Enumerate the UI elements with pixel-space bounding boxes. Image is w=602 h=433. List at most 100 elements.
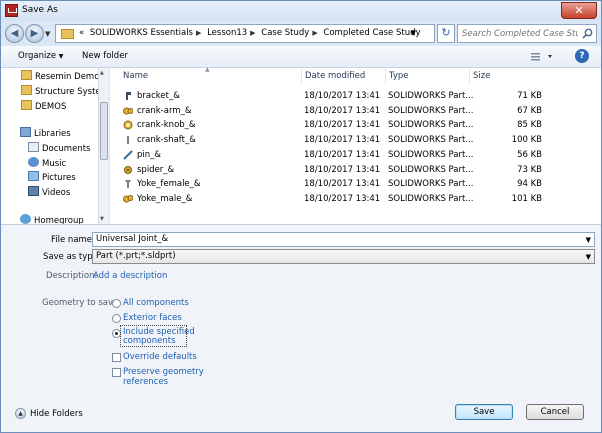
file-row[interactable]: bracket_& 18/10/2017 13:41 SOLIDWORKS Part… bbox=[120, 89, 600, 104]
file-size: 100 KB bbox=[511, 135, 542, 146]
scroll-up-icon[interactable]: ▲ bbox=[100, 70, 104, 76]
address-bar[interactable]: « SOLIDWORKS Essentials ▶ Lesson13 ▶ Case … bbox=[55, 24, 435, 43]
nav-item-documents[interactable]: Documents bbox=[28, 142, 105, 156]
save-options-panel: File name: Universal Joint_& ▼ Save as t… bbox=[1, 224, 601, 432]
file-name: crank-shaft_& bbox=[137, 135, 196, 146]
preserve-geometry-label-line1[interactable]: Preserve geometry bbox=[123, 367, 204, 377]
file-size: 94 KB bbox=[517, 179, 542, 190]
file-name-value[interactable]: Universal Joint_& bbox=[96, 234, 168, 244]
file-row[interactable]: Yoke_female_& 18/10/2017 13:41 SOLIDWORKS … bbox=[120, 177, 600, 192]
include-specified-components-label-line2[interactable]: components bbox=[123, 336, 176, 346]
save-as-type-select[interactable]: Part (*.prt;*.sldprt) ▼ bbox=[92, 249, 595, 264]
breadcrumb-solidworks-essentials[interactable]: SOLIDWORKS Essentials bbox=[90, 28, 193, 38]
override-defaults-label[interactable]: Override defaults bbox=[123, 352, 197, 362]
nav-item-pictures[interactable]: Pictures bbox=[28, 171, 105, 185]
folder-icon bbox=[61, 29, 74, 39]
nav-item-libraries[interactable]: Libraries bbox=[20, 127, 97, 141]
file-type: SOLIDWORKS Part... bbox=[388, 135, 474, 146]
exterior-faces-label[interactable]: Exterior faces bbox=[123, 313, 182, 323]
file-list: ▲ Name Date modified Type Size bracket_&… bbox=[110, 66, 601, 224]
bracket-part-icon bbox=[126, 92, 131, 100]
file-name: Yoke_male_& bbox=[137, 193, 193, 204]
new-folder-button[interactable]: New folder bbox=[82, 51, 128, 61]
file-date-modified: 18/10/2017 13:41 bbox=[304, 193, 381, 204]
music-icon bbox=[28, 157, 39, 167]
file-date-modified: 18/10/2017 13:41 bbox=[304, 91, 381, 101]
file-row[interactable]: crank-knob_& 18/10/2017 13:41 SOLIDWORKS P… bbox=[120, 118, 600, 133]
refresh-icon: ↻ bbox=[441, 26, 451, 39]
column-header-type[interactable]: Type bbox=[389, 71, 409, 81]
checkbox-override-defaults[interactable] bbox=[112, 353, 121, 362]
nav-item-homegroup[interactable]: Homegroup bbox=[20, 214, 97, 224]
breadcrumb: « SOLIDWORKS Essentials ▶ Lesson13 ▶ Case … bbox=[79, 28, 424, 38]
crank-knob-part-icon bbox=[123, 120, 133, 130]
file-date-modified: 18/10/2017 13:41 bbox=[304, 179, 381, 190]
geometry-to-save-label: Geometry to save: bbox=[42, 298, 122, 308]
forward-button[interactable]: ▶ bbox=[25, 24, 44, 43]
details-view-icon bbox=[531, 53, 552, 61]
chevron-down-icon[interactable]: ▼ bbox=[586, 236, 591, 244]
column-header-date-modified[interactable]: Date modified bbox=[305, 71, 365, 81]
file-size: 101 KB bbox=[511, 193, 542, 204]
preserve-geometry-label-line2[interactable]: references bbox=[123, 377, 168, 387]
file-name: spider_& bbox=[137, 164, 175, 175]
refresh-button[interactable]: ↻ bbox=[437, 24, 455, 43]
add-description-link[interactable]: Add a description bbox=[93, 271, 167, 281]
radio-all-components[interactable] bbox=[112, 299, 121, 308]
chevron-down-icon: ▼ bbox=[58, 53, 64, 60]
column-divider bbox=[385, 69, 386, 84]
nav-item-videos[interactable]: Videos bbox=[28, 186, 105, 200]
organize-menu[interactable]: Organize ▼ bbox=[18, 51, 63, 61]
folder-icon bbox=[21, 100, 32, 110]
file-type: SOLIDWORKS Part... bbox=[388, 120, 474, 131]
recent-locations-dropdown[interactable]: ▼ bbox=[45, 30, 50, 38]
back-button[interactable]: ◀ bbox=[5, 24, 24, 43]
yoke-male-part-icon bbox=[123, 194, 133, 203]
yoke-female-part-icon bbox=[125, 180, 131, 189]
spider-part-icon bbox=[124, 165, 132, 174]
file-row[interactable]: Yoke_male_& 18/10/2017 13:41 SOLIDWORKS Pa… bbox=[120, 192, 600, 207]
nav-item-structure-system[interactable]: Structure System bbox=[21, 85, 98, 99]
crank-arm-part-icon bbox=[123, 107, 133, 115]
file-size: 85 KB bbox=[517, 120, 542, 131]
search-box[interactable] bbox=[457, 24, 597, 43]
change-view-button[interactable] bbox=[527, 49, 561, 64]
nav-item-resemin-demos[interactable]: Resemin Demos bbox=[21, 70, 98, 84]
close-button[interactable]: ✕ bbox=[561, 2, 597, 19]
breadcrumb-case-study[interactable]: Case Study bbox=[261, 28, 309, 38]
save-button[interactable]: Save bbox=[455, 404, 513, 420]
search-input[interactable] bbox=[462, 27, 578, 40]
scroll-down-icon[interactable]: ▼ bbox=[100, 216, 104, 222]
column-header-name[interactable]: Name bbox=[123, 71, 148, 81]
all-components-label[interactable]: All components bbox=[123, 298, 189, 308]
file-name-field[interactable]: Universal Joint_& ▼ bbox=[92, 232, 595, 247]
scrollbar-thumb[interactable] bbox=[100, 102, 108, 160]
file-type: SOLIDWORKS Part... bbox=[388, 179, 474, 190]
chevron-right-icon[interactable]: ▶ bbox=[312, 29, 317, 37]
checkbox-preserve-geometry-references[interactable] bbox=[112, 368, 121, 377]
description-label: Description: bbox=[46, 271, 98, 281]
nav-item-demos[interactable]: DEMOS bbox=[21, 100, 98, 114]
nav-item-music[interactable]: Music bbox=[28, 157, 105, 171]
file-row[interactable]: spider_& 18/10/2017 13:41 SOLIDWORKS Part.… bbox=[120, 163, 600, 178]
nav-item-label: Pictures bbox=[42, 173, 76, 183]
chevron-right-icon[interactable]: ▶ bbox=[250, 29, 255, 37]
breadcrumb-lesson13[interactable]: Lesson13 bbox=[207, 28, 247, 38]
file-row[interactable]: pin_& 18/10/2017 13:41 SOLIDWORKS Part... 5… bbox=[120, 148, 600, 163]
breadcrumb-completed-case-study[interactable]: Completed Case Study bbox=[323, 28, 420, 38]
pin-part-icon bbox=[123, 150, 133, 160]
breadcrumb-overflow[interactable]: « bbox=[79, 28, 84, 38]
radio-exterior-faces[interactable] bbox=[112, 314, 121, 323]
column-divider bbox=[301, 69, 302, 84]
cancel-button[interactable]: Cancel bbox=[526, 404, 584, 420]
address-dropdown[interactable]: ▼ bbox=[411, 29, 416, 37]
navigation-scrollbar[interactable]: ▲ ▼ bbox=[98, 68, 109, 224]
videos-icon bbox=[28, 186, 39, 196]
file-date-modified: 18/10/2017 13:41 bbox=[304, 120, 381, 131]
column-header-size[interactable]: Size bbox=[473, 71, 490, 81]
help-button[interactable]: ? bbox=[575, 49, 589, 63]
solidworks-app-icon bbox=[5, 4, 18, 17]
file-row[interactable]: crank-arm_& 18/10/2017 13:41 SOLIDWORKS Pa… bbox=[120, 104, 600, 119]
file-row[interactable]: crank-shaft_& 18/10/2017 13:41 SOLIDWORKS … bbox=[120, 133, 600, 148]
chevron-right-icon[interactable]: ▶ bbox=[196, 29, 201, 37]
